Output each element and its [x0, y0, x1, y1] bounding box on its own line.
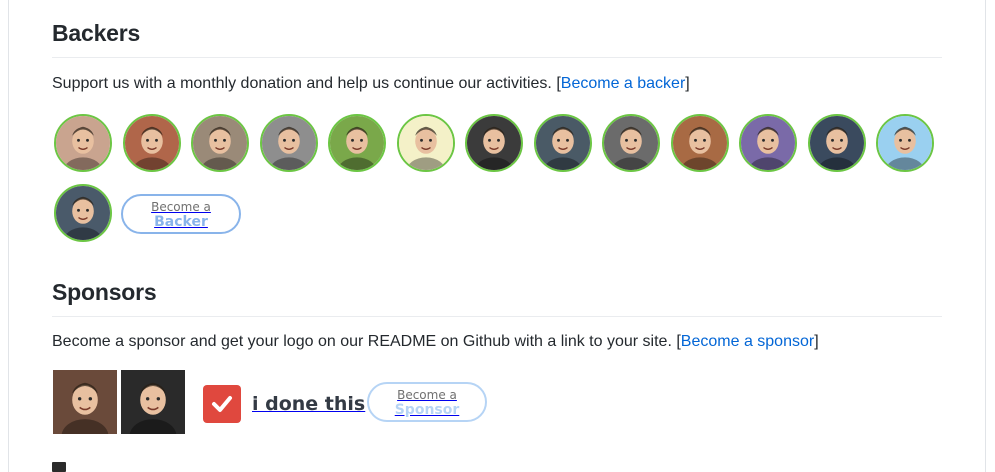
backer-avatar[interactable]: [533, 114, 592, 172]
next-section-heading-partial: [52, 462, 92, 472]
backer-avatar[interactable]: [670, 114, 729, 172]
become-backer-button-line1: Become a: [151, 200, 211, 214]
become-backer-button[interactable]: Become a Backer: [121, 194, 241, 234]
backers-link-bracket-close: ]: [685, 75, 690, 92]
sponsors-heading: Sponsors: [52, 279, 942, 317]
backer-avatar[interactable]: [54, 114, 112, 172]
backer-avatar[interactable]: [328, 114, 386, 172]
sponsors-section: Sponsors: [52, 279, 942, 317]
backer-avatar[interactable]: [396, 114, 455, 172]
become-sponsor-button[interactable]: Become a Sponsor: [367, 382, 487, 422]
backer-avatar[interactable]: [191, 114, 249, 172]
sponsors-description: Become a sponsor and get your logo on ou…: [52, 332, 942, 352]
backer-avatar[interactable]: [876, 114, 934, 172]
backer-avatar[interactable]: [259, 114, 318, 172]
checkmark-icon: [203, 385, 241, 423]
backer-avatar[interactable]: [122, 114, 181, 172]
backers-description: Support us with a monthly donation and h…: [52, 74, 942, 94]
sponsors-link-bracket-close: ]: [814, 333, 819, 350]
backer-avatar[interactable]: [807, 114, 866, 172]
backer-avatar[interactable]: [739, 114, 797, 172]
idonethis-logo-text: i done this: [252, 393, 366, 415]
sponsor-logo[interactable]: [121, 370, 185, 434]
backer-avatar[interactable]: [54, 184, 112, 242]
backers-text: Support us with a monthly donation and h…: [52, 75, 552, 92]
sponsors-text: Become a sponsor and get your logo on ou…: [52, 333, 672, 350]
become-sponsor-button-line2: Sponsor: [394, 402, 460, 418]
sponsor-idonethis[interactable]: i done this: [203, 385, 365, 423]
become-sponsor-link[interactable]: Become a sponsor: [681, 333, 814, 350]
backer-avatar[interactable]: [602, 114, 660, 172]
become-sponsor-button-line1: Become a: [397, 388, 457, 402]
sponsor-logo[interactable]: [53, 370, 117, 434]
backers-heading: Backers: [52, 20, 942, 58]
become-backer-link[interactable]: Become a backer: [561, 75, 686, 92]
backers-section: Backers: [52, 20, 942, 58]
become-backer-button-line2: Backer: [154, 214, 208, 230]
backer-avatar[interactable]: [465, 114, 523, 172]
